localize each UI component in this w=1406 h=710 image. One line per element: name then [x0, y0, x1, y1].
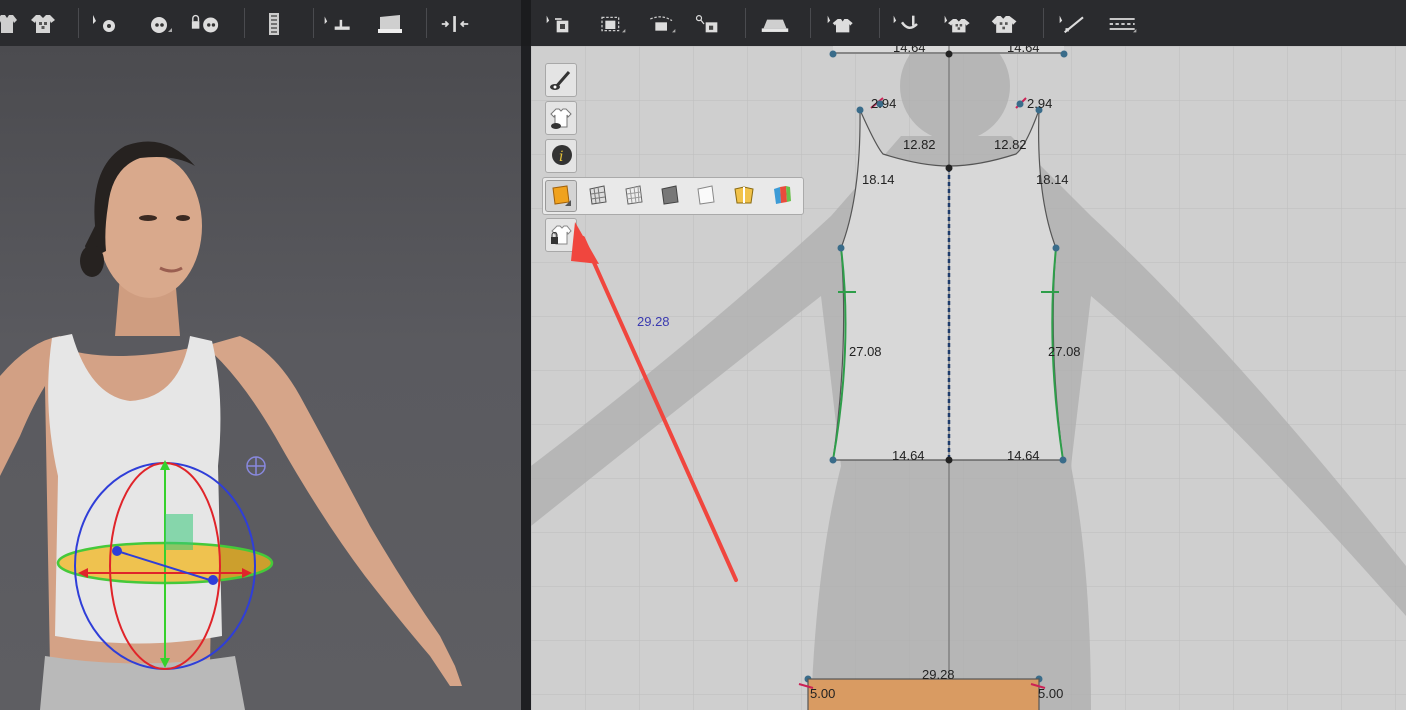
toolbar-separator	[745, 8, 746, 38]
avatar-hair-bun	[80, 245, 104, 277]
garment-icon[interactable]	[0, 9, 22, 39]
select-seam-icon[interactable]	[323, 9, 353, 39]
toolbar-separator	[426, 8, 427, 38]
avatar-eye	[139, 215, 157, 221]
pattern-canvas	[531, 46, 1406, 710]
curve-pattern-icon[interactable]	[647, 9, 677, 39]
avatar-arm	[205, 336, 462, 686]
panel-divider[interactable]	[521, 46, 531, 710]
texture-orange-button[interactable]	[545, 180, 577, 212]
info-icon: i	[552, 145, 572, 165]
toolbar-separator	[879, 8, 880, 38]
white-view-icon	[697, 185, 715, 205]
lock-garment-button[interactable]	[545, 218, 577, 252]
dashed-line-tool-icon[interactable]	[1108, 9, 1138, 39]
toolbar-gap	[521, 0, 531, 46]
texture-orange-icon	[552, 185, 571, 206]
pin-pattern-icon[interactable]	[694, 9, 724, 39]
toolbar-separator	[1043, 8, 1044, 38]
waistband-pattern[interactable]	[807, 678, 1040, 710]
info-button[interactable]: i	[545, 139, 577, 173]
shaded-view-icon	[661, 185, 679, 205]
measure-side-left: 27.08	[849, 344, 882, 359]
mesh-view-button[interactable]	[583, 180, 613, 210]
measure-shoulder-right: 2.94	[1027, 96, 1053, 111]
fold-tack-icon[interactable]	[440, 9, 470, 39]
toolbar-separator	[78, 8, 79, 38]
main-toolbar	[0, 0, 1406, 47]
folded-view-icon	[734, 186, 754, 204]
measure-side-right: 27.08	[1048, 344, 1081, 359]
iron-icon[interactable]	[760, 9, 790, 39]
colorful-view-button[interactable]	[767, 180, 797, 210]
shaded-view-button[interactable]	[655, 180, 685, 210]
zipper-icon[interactable]	[259, 9, 289, 39]
2d-pattern-view[interactable]: 14.64 14.64 2.94 2.94 12.82 12.82 18.14 …	[531, 46, 1406, 710]
show-pattern-icon	[550, 71, 571, 90]
lock-garment-icon	[551, 225, 572, 245]
measure-shoulder-left: 2.94	[871, 96, 897, 111]
show-garment-button[interactable]	[545, 101, 577, 135]
view-mode-flyout	[542, 177, 804, 215]
3d-viewport[interactable]	[0, 46, 521, 710]
tack-icon[interactable]	[892, 9, 922, 39]
measure-band-left: 5.00	[810, 686, 836, 701]
checker-garment-icon[interactable]	[943, 9, 973, 39]
grid-view-icon	[625, 185, 643, 205]
measure-neck-right: 12.82	[994, 137, 1027, 152]
colorful-view-icon	[774, 186, 791, 204]
edit-pattern-icon[interactable]	[545, 9, 575, 39]
select-garment-icon[interactable]	[826, 9, 856, 39]
measure-armhole-left: 18.14	[862, 172, 895, 187]
avatar-eye	[176, 215, 190, 221]
mesh-view-icon	[589, 185, 607, 205]
lock-point-icon[interactable]	[190, 9, 220, 39]
white-view-button[interactable]	[691, 180, 721, 210]
avatar-shorts	[40, 656, 245, 710]
measure-top-right: 14.64	[1007, 46, 1040, 55]
svg-text:i: i	[559, 149, 563, 165]
measure-band-width: 29.28	[922, 667, 955, 682]
folded-view-button[interactable]	[729, 180, 759, 210]
measure-armhole-right: 18.14	[1036, 172, 1069, 187]
seam-segment-icon[interactable]	[375, 9, 405, 39]
measure-band-right: 5.00	[1038, 686, 1064, 701]
grid-view-button[interactable]	[619, 180, 649, 210]
show-pattern-button[interactable]	[545, 63, 577, 97]
garment-checker-icon[interactable]	[28, 9, 58, 39]
target-marker-icon	[246, 456, 266, 476]
measure-top-left: 14.64	[893, 46, 926, 55]
toolbar-separator	[244, 8, 245, 38]
toolbar-separator	[313, 8, 314, 38]
measure-hem-right: 14.64	[1007, 448, 1040, 463]
checker-garment-2-icon[interactable]	[990, 9, 1020, 39]
toolbar-separator	[810, 8, 811, 38]
avatar-scene	[0, 141, 462, 710]
select-point-icon[interactable]	[90, 9, 120, 39]
line-tool-icon[interactable]	[1058, 9, 1088, 39]
transform-pattern-icon[interactable]	[597, 9, 627, 39]
show-garment-icon	[550, 108, 572, 129]
measure-neck-left: 12.82	[903, 137, 936, 152]
circle-point-icon[interactable]	[145, 9, 175, 39]
measure-hem-left: 14.64	[892, 448, 925, 463]
measure-total-width: 29.28	[637, 314, 670, 329]
